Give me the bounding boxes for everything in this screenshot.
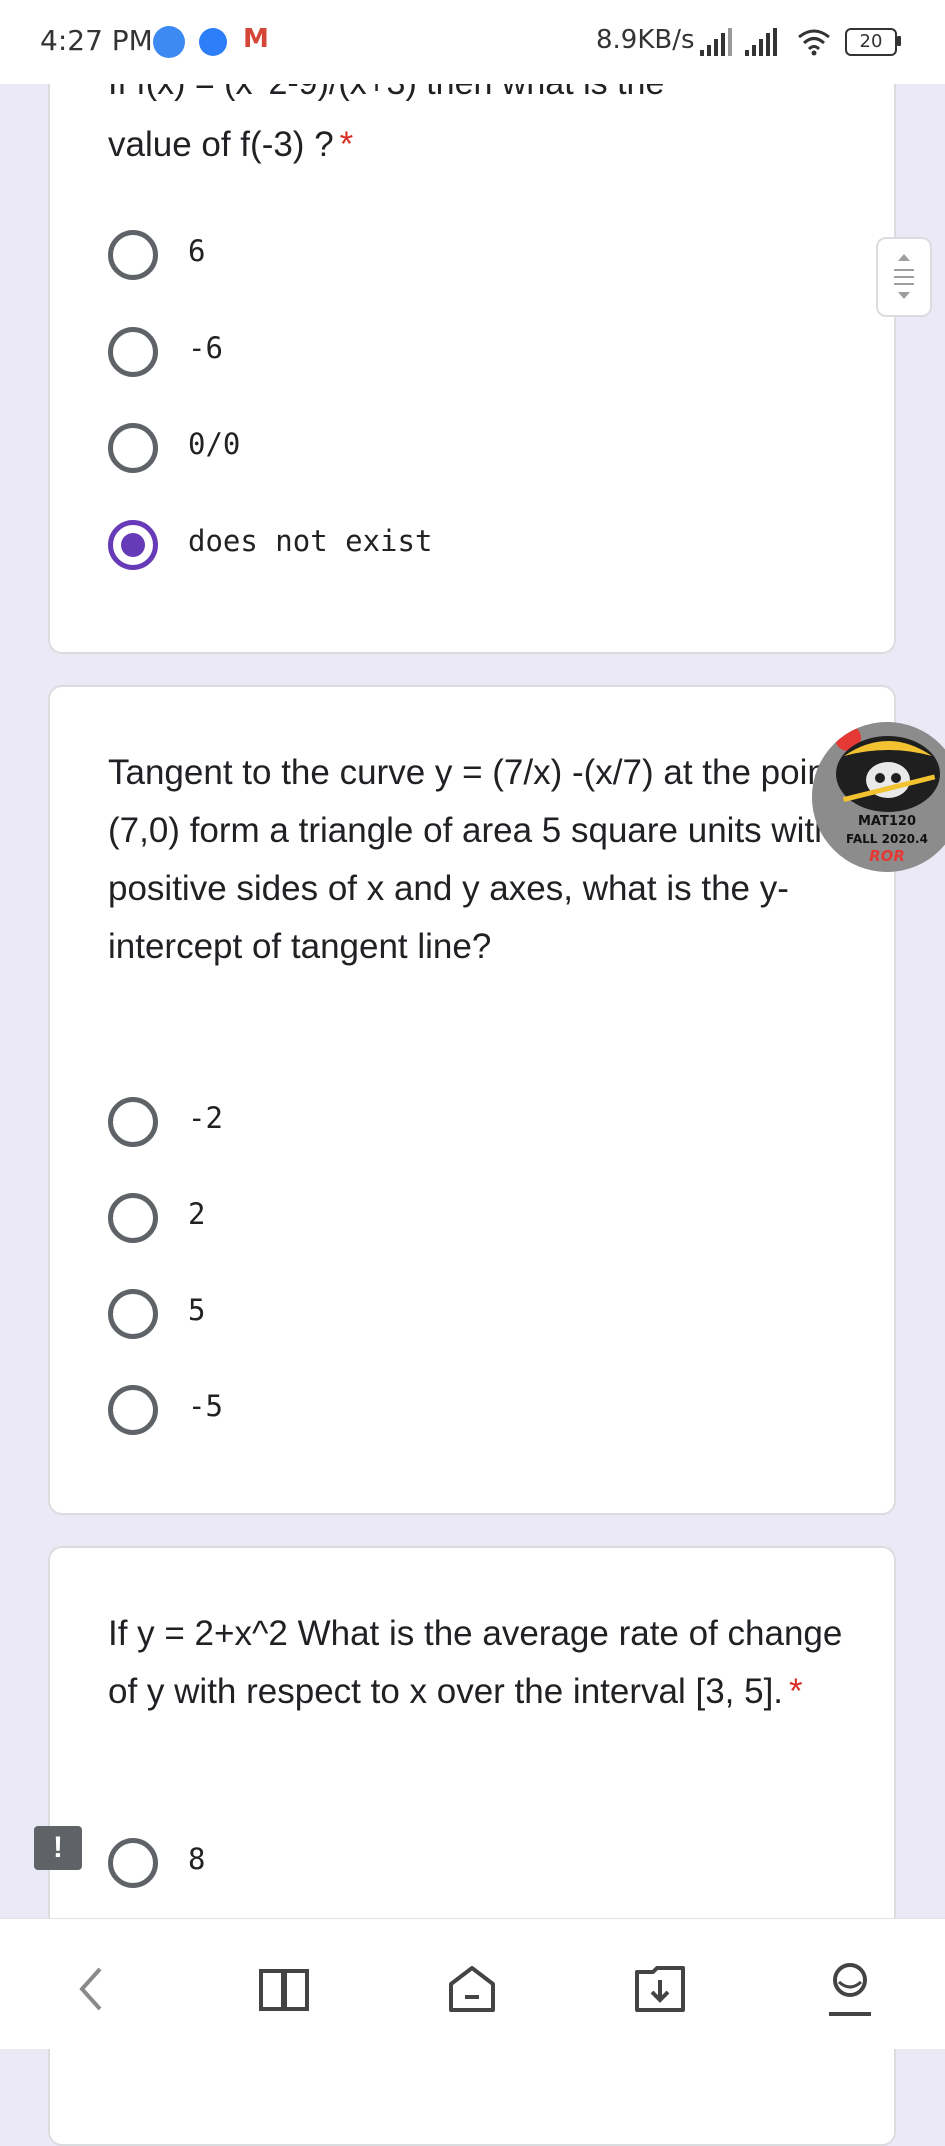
app-notification-icon	[153, 26, 185, 58]
radio-button[interactable]	[108, 423, 158, 473]
question-card-2: Tangent to the curve y = (7/x) -(x/7) at…	[48, 685, 896, 1515]
home-icon	[449, 1966, 495, 2012]
option-label: 5	[188, 1293, 206, 1327]
bottom-navigation	[0, 1918, 945, 2049]
battery-icon: 20	[845, 28, 897, 56]
question-1-text-line: value of f(-3) ?	[108, 125, 334, 164]
sticker-line-1: MAT120	[858, 814, 916, 829]
profile-button[interactable]	[818, 1957, 882, 2021]
sticker-label: MAT120 FALL 2020.4 ROR	[812, 814, 945, 864]
messenger-icon	[199, 28, 227, 56]
option-label: -5	[188, 1389, 223, 1423]
radio-button[interactable]	[108, 327, 158, 377]
radio-button[interactable]	[108, 1193, 158, 1243]
sticker-line-2: FALL 2020.4	[846, 832, 928, 846]
book-button[interactable]	[252, 1957, 316, 2021]
profile-icon	[829, 1963, 871, 2016]
option-label: 2	[188, 1197, 206, 1231]
signal-icon-2	[745, 28, 779, 56]
status-bar: 4:27 PM M 8.9KB/s 20	[0, 0, 945, 84]
question-1-text: value of f(-3) ? *	[108, 116, 848, 174]
book-icon	[259, 1969, 309, 2011]
back-icon	[79, 1967, 102, 2011]
radio-button[interactable]	[108, 1289, 158, 1339]
floating-sticker-badge[interactable]: MAT120 FALL 2020.4 ROR	[812, 722, 945, 872]
signal-icon	[700, 28, 734, 56]
download-button[interactable]	[628, 1957, 692, 2021]
radio-button[interactable]	[108, 1097, 158, 1147]
option-label: 8	[188, 1842, 206, 1876]
radio-button[interactable]	[108, 230, 158, 280]
required-mark: *	[789, 1672, 803, 1711]
option-label: does not exist	[188, 524, 433, 558]
question-card-1: If f(x) = (x^2-9)/(x+3) then what is the…	[48, 40, 896, 654]
network-speed: 8.9KB/s	[596, 25, 695, 55]
battery-level: 20	[859, 31, 883, 52]
feedback-button[interactable]: !	[34, 1826, 82, 1870]
back-button[interactable]	[60, 1957, 124, 2021]
question-3-text-body: If y = 2+x^2 What is the average rate of…	[108, 1614, 843, 1711]
download-icon	[635, 1966, 685, 2012]
radio-button[interactable]	[108, 1838, 158, 1888]
sticker-line-3: ROR	[869, 847, 905, 865]
option-label: 0/0	[188, 427, 241, 461]
required-mark: *	[339, 125, 354, 164]
status-time: 4:27 PM	[40, 24, 153, 57]
option-label: -6	[188, 331, 223, 365]
question-card-3: If y = 2+x^2 What is the average rate of…	[48, 1546, 896, 2146]
radio-button[interactable]	[108, 1385, 158, 1435]
radio-button-selected[interactable]	[108, 520, 158, 570]
scroll-handle[interactable]	[876, 237, 932, 317]
question-3-text: If y = 2+x^2 What is the average rate of…	[108, 1605, 848, 1721]
battery-tip	[897, 36, 901, 46]
gmail-icon: M	[243, 24, 269, 54]
question-2-text: Tangent to the curve y = (7/x) -(x/7) at…	[108, 753, 837, 966]
home-button[interactable]	[440, 1957, 504, 2021]
wifi-icon	[798, 29, 830, 56]
scroll-arrows-icon	[894, 254, 914, 299]
option-label: -2	[188, 1101, 223, 1135]
option-label: 6	[188, 234, 206, 268]
